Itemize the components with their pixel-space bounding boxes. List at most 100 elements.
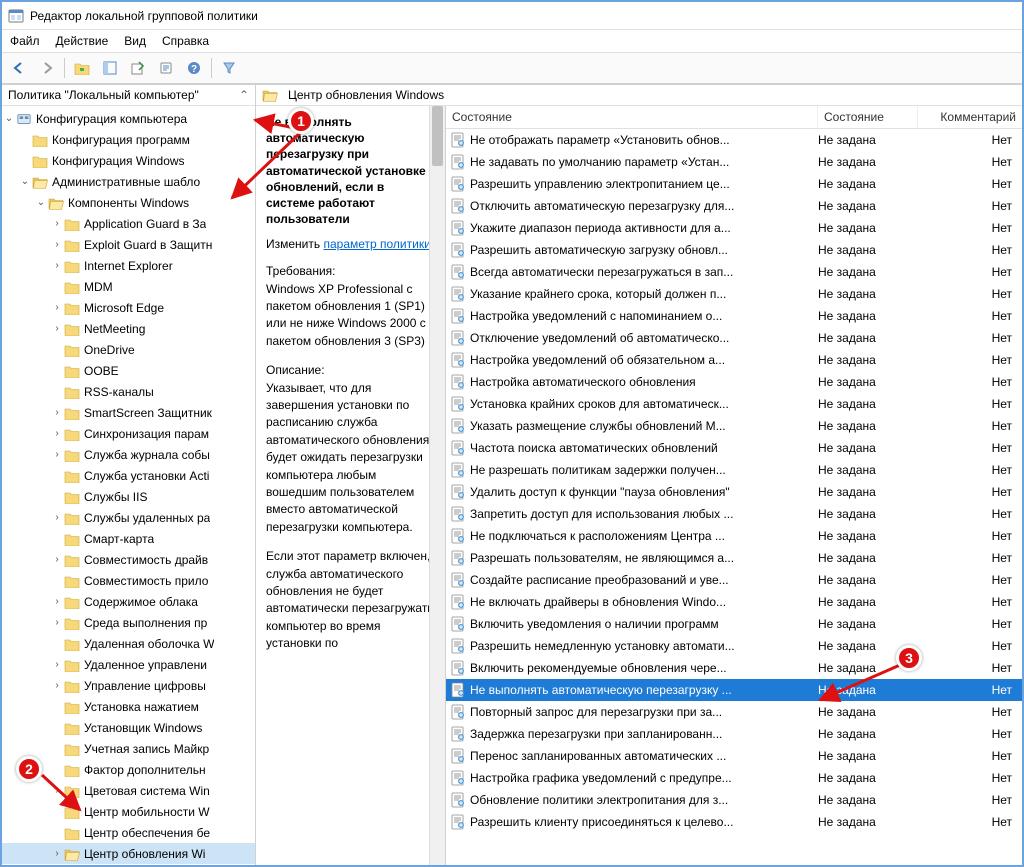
- policy-row[interactable]: Перенос запланированных автоматических .…: [446, 745, 1022, 767]
- tree-item[interactable]: ›Internet Explorer: [2, 255, 255, 276]
- chevron-right-icon[interactable]: ›: [50, 239, 64, 250]
- policy-row[interactable]: Не разрешать политикам задержки получен.…: [446, 459, 1022, 481]
- tree-item[interactable]: ›Среда выполнения пр: [2, 612, 255, 633]
- chevron-down-icon[interactable]: ⌄: [18, 176, 32, 187]
- tree-item[interactable]: ›Служба журнала собы: [2, 444, 255, 465]
- tree-item[interactable]: ›Application Guard в За: [2, 213, 255, 234]
- policy-row[interactable]: Запретить доступ для использования любых…: [446, 503, 1022, 525]
- tree-item[interactable]: Службы IIS: [2, 486, 255, 507]
- tree-item[interactable]: ⌄Административные шабло: [2, 171, 255, 192]
- tree-item[interactable]: Установщик Windows: [2, 717, 255, 738]
- tree-item[interactable]: Служба установки Acti: [2, 465, 255, 486]
- column-header-name[interactable]: Состояние: [446, 106, 818, 128]
- tree-item[interactable]: OneDrive: [2, 339, 255, 360]
- properties-button[interactable]: [155, 57, 177, 79]
- tree-item[interactable]: Центр обеспечения бе: [2, 822, 255, 843]
- chevron-right-icon[interactable]: ›: [50, 302, 64, 313]
- tree-item[interactable]: ›Exploit Guard в Защитн: [2, 234, 255, 255]
- tree-item[interactable]: Конфигурация Windows: [2, 150, 255, 171]
- tree-item[interactable]: ›Центр обновления Wi: [2, 843, 255, 864]
- policy-row[interactable]: Отключить автоматическую перезагрузку дл…: [446, 195, 1022, 217]
- chevron-right-icon[interactable]: ›: [50, 848, 64, 859]
- chevron-right-icon[interactable]: ›: [50, 407, 64, 418]
- chevron-right-icon[interactable]: ›: [50, 680, 64, 691]
- chevron-right-icon[interactable]: ›: [50, 596, 64, 607]
- policy-row[interactable]: Включить уведомления о наличии программ …: [446, 613, 1022, 635]
- policy-row[interactable]: Не задавать по умолчанию параметр «Устан…: [446, 151, 1022, 173]
- policy-row[interactable]: Удалить доступ к функции "пауза обновлен…: [446, 481, 1022, 503]
- chevron-right-icon[interactable]: ›: [50, 617, 64, 628]
- tree-item[interactable]: Смарт-карта: [2, 528, 255, 549]
- policy-row[interactable]: Не включать драйверы в обновления Windo.…: [446, 591, 1022, 613]
- policy-row[interactable]: Задержка перезагрузки при запланированн.…: [446, 723, 1022, 745]
- policy-row[interactable]: Не подключаться к расположениям Центра .…: [446, 525, 1022, 547]
- tree-item[interactable]: MDM: [2, 276, 255, 297]
- policy-row[interactable]: Настройка уведомлений с напоминанием о..…: [446, 305, 1022, 327]
- chevron-right-icon[interactable]: ›: [50, 428, 64, 439]
- tree-item[interactable]: Удаленная оболочка W: [2, 633, 255, 654]
- menu-action[interactable]: Действие: [56, 34, 109, 48]
- tree-item[interactable]: ›Управление цифровы: [2, 675, 255, 696]
- policy-row[interactable]: Настройка автоматического обновления Не …: [446, 371, 1022, 393]
- chevron-down-icon[interactable]: ⌄: [34, 197, 48, 208]
- policy-row[interactable]: Указание крайнего срока, который должен …: [446, 283, 1022, 305]
- back-button[interactable]: [8, 57, 30, 79]
- tree-item[interactable]: ›Microsoft Edge: [2, 297, 255, 318]
- tree-item[interactable]: RSS-каналы: [2, 381, 255, 402]
- scrollbar[interactable]: [429, 106, 445, 865]
- policy-row[interactable]: Не отображать параметр «Установить обнов…: [446, 129, 1022, 151]
- policy-row[interactable]: Всегда автоматически перезагружаться в з…: [446, 261, 1022, 283]
- menu-file[interactable]: Файл: [10, 34, 40, 48]
- chevron-right-icon[interactable]: ›: [50, 323, 64, 334]
- chevron-right-icon[interactable]: ›: [50, 449, 64, 460]
- policy-row[interactable]: Настройка графика уведомлений с предупре…: [446, 767, 1022, 789]
- policy-row[interactable]: Частота поиска автоматических обновлений…: [446, 437, 1022, 459]
- column-header-state[interactable]: Состояние: [818, 106, 918, 128]
- filter-button[interactable]: [218, 57, 240, 79]
- chevron-right-icon[interactable]: ›: [50, 260, 64, 271]
- help-button[interactable]: ?: [183, 57, 205, 79]
- tree-item[interactable]: ›Содержимое облака: [2, 591, 255, 612]
- edit-policy-link[interactable]: параметр политики: [323, 237, 430, 251]
- tree-item[interactable]: Цифровой ящик: [2, 864, 255, 865]
- show-tree-button[interactable]: [99, 57, 121, 79]
- chevron-right-icon[interactable]: ›: [50, 659, 64, 670]
- tree[interactable]: ⌄Конфигурация компьютераКонфигурация про…: [2, 106, 255, 865]
- chevron-right-icon[interactable]: ›: [50, 785, 64, 796]
- policy-row[interactable]: Разрешить управлению электропитанием це.…: [446, 173, 1022, 195]
- policy-row[interactable]: Настройка уведомлений об обязательном а.…: [446, 349, 1022, 371]
- policy-list[interactable]: Не отображать параметр «Установить обнов…: [446, 129, 1022, 865]
- tree-item[interactable]: Центр мобильности W: [2, 801, 255, 822]
- policy-row[interactable]: Включить рекомендуемые обновления чере..…: [446, 657, 1022, 679]
- tree-item[interactable]: ›NetMeeting: [2, 318, 255, 339]
- policy-row[interactable]: Отключение уведомлений об автоматическо.…: [446, 327, 1022, 349]
- tree-item[interactable]: ›Удаленное управлени: [2, 654, 255, 675]
- chevron-right-icon[interactable]: ›: [50, 554, 64, 565]
- policy-row[interactable]: Разрешить автоматическую загрузку обновл…: [446, 239, 1022, 261]
- tree-item[interactable]: ›Службы удаленных ра: [2, 507, 255, 528]
- tree-root[interactable]: ⌄Конфигурация компьютера: [2, 108, 255, 129]
- policy-row[interactable]: Разрешить немедленную установку автомати…: [446, 635, 1022, 657]
- menu-view[interactable]: Вид: [124, 34, 146, 48]
- policy-row[interactable]: Не выполнять автоматическую перезагрузку…: [446, 679, 1022, 701]
- column-header-comment[interactable]: Комментарий: [918, 106, 1022, 128]
- tree-item[interactable]: Совместимость прило: [2, 570, 255, 591]
- tree-item[interactable]: ›Совместимость драйв: [2, 549, 255, 570]
- menu-help[interactable]: Справка: [162, 34, 209, 48]
- tree-item[interactable]: ›SmartScreen Защитник: [2, 402, 255, 423]
- chevron-right-icon[interactable]: ›: [50, 512, 64, 523]
- policy-row[interactable]: Разрешить клиенту присоединяться к целев…: [446, 811, 1022, 833]
- up-level-button[interactable]: [71, 57, 93, 79]
- policy-row[interactable]: Создайте расписание преобразований и уве…: [446, 569, 1022, 591]
- tree-item[interactable]: Учетная запись Майкр: [2, 738, 255, 759]
- tree-item[interactable]: Установка нажатием: [2, 696, 255, 717]
- tree-item[interactable]: ⌄Компоненты Windows: [2, 192, 255, 213]
- policy-row[interactable]: Укажите диапазон периода активности для …: [446, 217, 1022, 239]
- export-button[interactable]: [127, 57, 149, 79]
- policy-row[interactable]: Повторный запрос для перезагрузки при за…: [446, 701, 1022, 723]
- tree-item[interactable]: OOBE: [2, 360, 255, 381]
- policy-row[interactable]: Установка крайних сроков для автоматичес…: [446, 393, 1022, 415]
- chevron-down-icon[interactable]: ⌄: [2, 113, 16, 124]
- tree-item[interactable]: Конфигурация программ: [2, 129, 255, 150]
- tree-item[interactable]: ›Цветовая система Win: [2, 780, 255, 801]
